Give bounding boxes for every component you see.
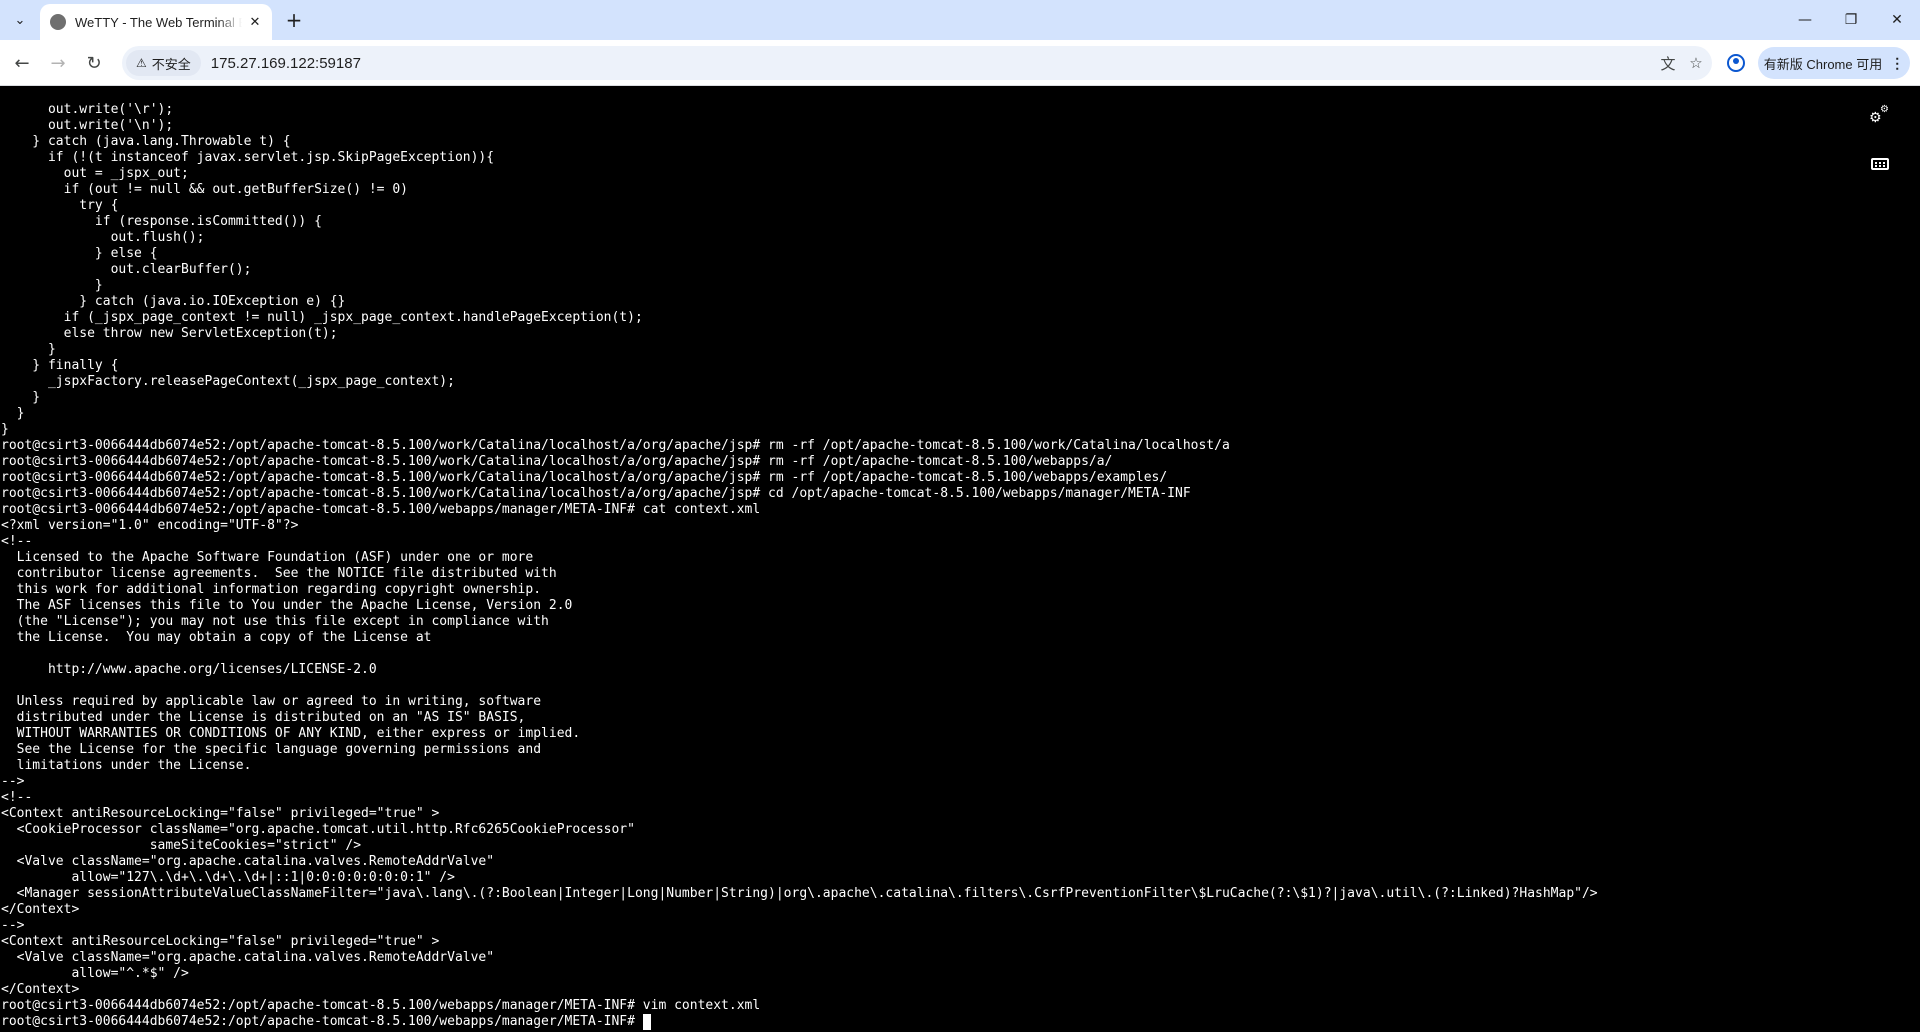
gears-icon[interactable]: ⚙ ⚙	[1866, 102, 1894, 130]
terminal-line: limitations under the License.	[1, 758, 252, 773]
terminal-prompt-line: root@csirt3-0066444db6074e52:/opt/apache…	[1, 1014, 1598, 1030]
kebab-icon[interactable]: ⋮	[1890, 55, 1904, 72]
terminal-line: <Context antiResourceLocking="false" pri…	[1, 934, 440, 949]
terminal-line: this work for additional information reg…	[1, 582, 542, 597]
terminal-line: if (response.isCommitted()) {	[1, 214, 322, 229]
terminal-line: } else {	[1, 246, 158, 261]
terminal-line: try {	[1, 198, 119, 213]
terminal-line: See the License for the specific languag…	[1, 742, 542, 757]
terminal-line: <!--	[1, 534, 33, 549]
terminal-line: out.write('\n');	[1, 118, 174, 133]
terminal-line: out.clearBuffer();	[1, 262, 252, 277]
terminal-line: root@csirt3-0066444db6074e52:/opt/apache…	[1, 486, 1191, 501]
terminal-line: }	[1, 406, 25, 421]
browser-tab[interactable]: WeTTY - The Web Terminal Emulator ✕	[40, 4, 272, 40]
terminal-line: if (!(t instanceof javax.servlet.jsp.Ski…	[1, 150, 495, 165]
terminal-line: The ASF licenses this file to You under …	[1, 598, 573, 613]
chevron-down-icon[interactable]: ⌄	[6, 6, 34, 34]
terminal-line: Licensed to the Apache Software Foundati…	[1, 550, 534, 565]
terminal-line: else throw new ServletException(t);	[1, 326, 338, 341]
star-icon[interactable]: ☆	[1684, 51, 1708, 75]
terminal-line: out.flush();	[1, 230, 205, 245]
close-icon[interactable]: ✕	[246, 13, 264, 31]
terminal-line: allow="127\.\d+\.\d+\.\d+|::1|0:0:0:0:0:…	[1, 870, 455, 885]
warning-icon: ⚠	[136, 56, 147, 70]
terminal-line: root@csirt3-0066444db6074e52:/opt/apache…	[1, 454, 1113, 469]
terminal-line: }	[1, 390, 41, 405]
plus-icon[interactable]: +	[280, 6, 308, 34]
terminal-line: WITHOUT WARRANTIES OR CONDITIONS OF ANY …	[1, 726, 581, 741]
terminal-line: </Context>	[1, 982, 80, 997]
browser-toolbar: ← → ↻ ⚠ 不安全 175.27.169.122:59187 文 ☆ 有新版…	[0, 40, 1920, 86]
terminal-line: out.write('\r');	[1, 102, 174, 117]
tab-favicon-icon	[50, 14, 66, 30]
profile-icon[interactable]	[1720, 47, 1752, 79]
terminal-line: Unless required by applicable law or agr…	[1, 694, 542, 709]
terminal-line: -->	[1, 774, 25, 789]
terminal-line: -->	[1, 918, 25, 933]
chrome-update-button[interactable]: 有新版 Chrome 可用 ⋮	[1758, 47, 1910, 79]
terminal-line: } catch (java.io.IOException e) {}	[1, 294, 346, 309]
security-chip[interactable]: ⚠ 不安全	[126, 50, 201, 76]
terminal-line: } finally {	[1, 358, 119, 373]
terminal-prompt: root@csirt3-0066444db6074e52:/opt/apache…	[1, 1014, 643, 1029]
address-bar[interactable]: ⚠ 不安全 175.27.169.122:59187 文 ☆	[122, 46, 1712, 80]
terminal-line: contributor license agreements. See the …	[1, 566, 557, 581]
url-text: 175.27.169.122:59187	[210, 54, 361, 72]
back-arrow-icon[interactable]: ←	[6, 47, 38, 79]
terminal-line: root@csirt3-0066444db6074e52:/opt/apache…	[1, 998, 761, 1013]
terminal-line: _jspxFactory.releasePageContext(_jspx_pa…	[1, 374, 455, 389]
terminal-line: http://www.apache.org/licenses/LICENSE-2…	[1, 662, 377, 677]
terminal-line: (the "License"); you may not use this fi…	[1, 614, 549, 629]
terminal-line: if (out != null && out.getBufferSize() !…	[1, 182, 408, 197]
reload-icon[interactable]: ↻	[78, 47, 110, 79]
terminal-line: root@csirt3-0066444db6074e52:/opt/apache…	[1, 470, 1168, 485]
terminal-line: <Valve className="org.apache.catalina.va…	[1, 950, 495, 965]
terminal-line: <Manager sessionAttributeValueClassNameF…	[1, 886, 1598, 901]
terminal-line: }	[1, 342, 56, 357]
tab-strip: ⌄ WeTTY - The Web Terminal Emulator ✕ + …	[0, 0, 1920, 40]
terminal-line: allow="^.*$" />	[1, 966, 189, 981]
terminal-line: root@csirt3-0066444db6074e52:/opt/apache…	[1, 502, 761, 517]
update-label: 有新版 Chrome 可用	[1763, 56, 1883, 72]
forward-arrow-icon[interactable]: →	[42, 47, 74, 79]
terminal-line: } catch (java.lang.Throwable t) {	[1, 134, 291, 149]
terminal-line: <?xml version="1.0" encoding="UTF-8"?>	[1, 518, 299, 533]
terminal-line: if (_jspx_page_context != null) _jspx_pa…	[1, 310, 643, 325]
terminal-cursor	[642, 1014, 651, 1030]
terminal-line: out = _jspx_out;	[1, 166, 189, 181]
terminal-line: sameSiteCookies="strict" />	[1, 838, 362, 853]
translate-icon[interactable]: 文	[1656, 51, 1680, 75]
terminal-line: the License. You may obtain a copy of th…	[1, 630, 432, 645]
tab-title: WeTTY - The Web Terminal Emulator	[75, 14, 242, 30]
terminal-line: <Context antiResourceLocking="false" pri…	[1, 806, 440, 821]
keyboard-icon[interactable]	[1866, 150, 1894, 178]
terminal-line: <CookieProcessor className="org.apache.t…	[1, 822, 635, 837]
terminal-line: <Valve className="org.apache.catalina.va…	[1, 854, 495, 869]
terminal-line: }	[1, 278, 103, 293]
terminal-output: out.write('\r'); out.write('\n'); } catc…	[1, 102, 1598, 1030]
minimize-icon[interactable]: —	[1782, 0, 1828, 40]
restore-icon[interactable]: ❐	[1828, 0, 1874, 40]
terminal-line: </Context>	[1, 902, 80, 917]
terminal-line: <!--	[1, 790, 33, 805]
terminal-line: root@csirt3-0066444db6074e52:/opt/apache…	[1, 438, 1230, 453]
terminal-viewport[interactable]: out.write('\r'); out.write('\n'); } catc…	[0, 86, 1920, 1032]
security-label: 不安全	[151, 56, 191, 72]
terminal-line: distributed under the License is distrib…	[1, 710, 526, 725]
terminal-line: }	[1, 422, 9, 437]
window-close-icon[interactable]: ✕	[1874, 0, 1920, 40]
